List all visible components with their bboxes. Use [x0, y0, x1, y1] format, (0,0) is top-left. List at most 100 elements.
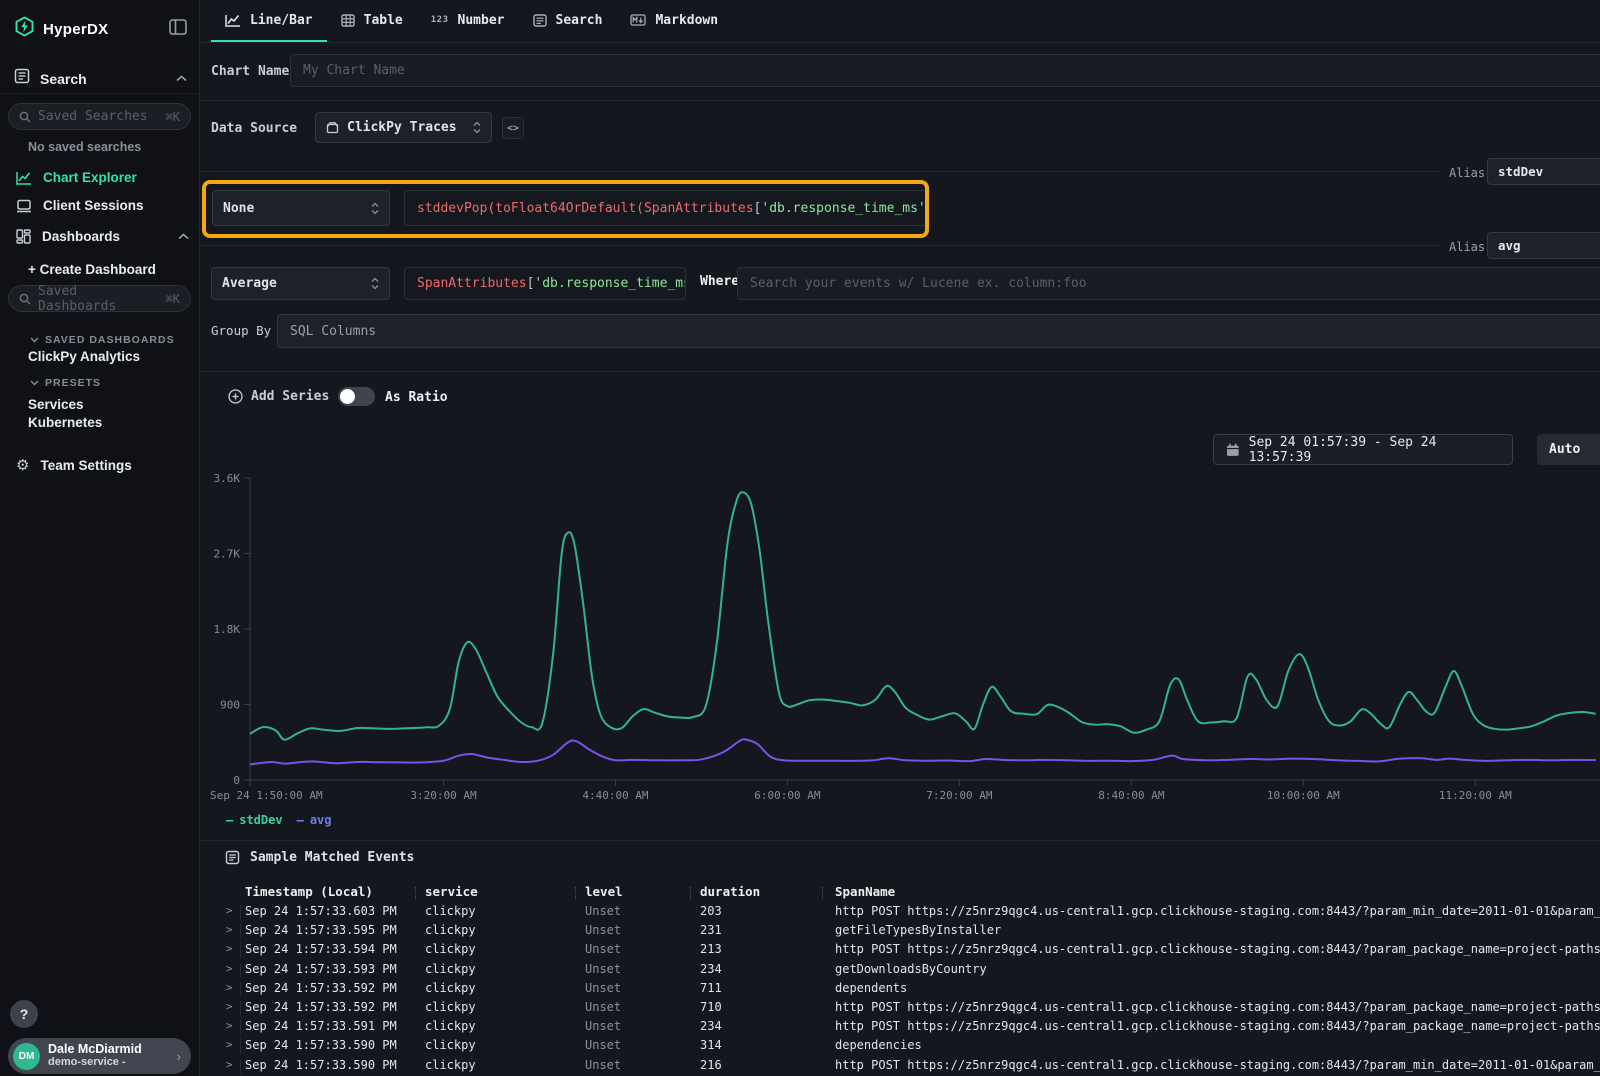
preset-link-services[interactable]: Services: [28, 397, 84, 412]
data-source-label: Data Source: [211, 121, 297, 136]
chart-name-label: Chart Name: [211, 64, 289, 79]
alias-label: Alias: [1449, 166, 1485, 180]
client-sessions-icon: [16, 199, 32, 213]
tab-line-bar[interactable]: Line/Bar: [211, 0, 327, 42]
cell-service: clickpy: [425, 981, 476, 995]
group-by-label: Group By: [211, 323, 271, 338]
data-source-select[interactable]: ClickPy Traces: [315, 112, 492, 143]
series-line-stdDev: [250, 492, 1596, 740]
row-divider: [240, 924, 241, 939]
row-expand-icon[interactable]: >: [226, 923, 233, 936]
column-header-duration[interactable]: duration: [700, 884, 760, 899]
sidebar-item-team-settings[interactable]: ⚙ Team Settings: [16, 458, 189, 473]
number-123-icon: 123: [431, 15, 449, 25]
y-axis-tick-label: 1.8K: [214, 623, 241, 636]
column-header-level[interactable]: level: [585, 884, 623, 899]
row-divider: [240, 1039, 241, 1054]
cell-duration: 710: [700, 1000, 722, 1014]
table-row[interactable]: >Sep 24 1:57:33.592 PMclickpyUnset710htt…: [200, 999, 1600, 1018]
row-expand-icon[interactable]: >: [226, 1058, 233, 1071]
column-separator[interactable]: [822, 887, 823, 899]
cell-duration: 234: [700, 962, 722, 976]
column-header-spanname[interactable]: SpanName: [835, 884, 895, 899]
series2-aggregation-select[interactable]: Average: [211, 267, 390, 300]
cell-service: clickpy: [425, 1038, 476, 1052]
chart-name-input[interactable]: My Chart Name: [290, 54, 1600, 87]
where-search-input[interactable]: Search your events w/ Lucene ex. column:…: [737, 267, 1600, 300]
table-row[interactable]: >Sep 24 1:57:33.594 PMclickpyUnset213htt…: [200, 941, 1600, 960]
cell-spanname: http POST https://z5nrz9qgc4.us-central1…: [835, 1019, 1600, 1033]
search-section-label: Search: [40, 71, 166, 87]
sidebar-item-dashboards[interactable]: Dashboards: [16, 229, 189, 244]
dashboard-link-clickpy-analytics[interactable]: ClickPy Analytics: [28, 349, 140, 364]
table-row[interactable]: >Sep 24 1:57:33.592 PMclickpyUnset711dep…: [200, 980, 1600, 999]
column-separator[interactable]: [575, 887, 576, 899]
presets-header[interactable]: PRESETS: [30, 377, 101, 389]
edit-sql-button[interactable]: <>: [502, 117, 524, 139]
tab-markdown[interactable]: Markdown: [616, 0, 732, 42]
cell-level: Unset: [585, 923, 621, 937]
saved-dashboards-input[interactable]: Saved Dashboards ⌘K: [8, 285, 191, 312]
row-expand-icon[interactable]: >: [226, 904, 233, 917]
sample-matched-events-header: Sample Matched Events: [225, 850, 414, 865]
series2-field-input[interactable]: SpanAttributes['db.response_time_ms']: [404, 267, 686, 300]
row-divider: [240, 943, 241, 958]
tab-table[interactable]: Table: [327, 0, 417, 42]
table-row[interactable]: >Sep 24 1:57:33.595 PMclickpyUnset231get…: [200, 922, 1600, 941]
cell-service: clickpy: [425, 942, 476, 956]
where-label: Where: [700, 274, 739, 289]
granularity-auto-button[interactable]: Auto: [1537, 434, 1600, 465]
column-separator[interactable]: [690, 887, 691, 899]
sidebar-item-client-sessions[interactable]: Client Sessions: [16, 198, 189, 213]
column-separator[interactable]: [415, 887, 416, 899]
table-row[interactable]: >Sep 24 1:57:33.590 PMclickpyUnset314dep…: [200, 1037, 1600, 1056]
avatar: DM: [13, 1043, 40, 1070]
series2-alias-input[interactable]: avg: [1487, 232, 1600, 259]
column-header-timestamp[interactable]: Timestamp (Local): [245, 884, 373, 899]
as-ratio-toggle[interactable]: [338, 387, 375, 406]
tab-number[interactable]: 123 Number: [417, 0, 519, 42]
add-series-button[interactable]: Add Series: [228, 389, 329, 404]
collapse-sidebar-icon[interactable]: [169, 19, 187, 40]
time-range-picker[interactable]: Sep 24 01:57:39 - Sep 24 13:57:39: [1213, 434, 1513, 465]
search-icon: [19, 293, 31, 305]
database-icon: [326, 121, 339, 134]
table-row[interactable]: >Sep 24 1:57:33.590 PMclickpyUnset216htt…: [200, 1057, 1600, 1076]
cell-spanname: getDownloadsByCountry: [835, 962, 1600, 976]
group-by-input[interactable]: SQL Columns: [277, 314, 1600, 348]
row-expand-icon[interactable]: >: [226, 1038, 233, 1051]
series1-aggregation-select[interactable]: None: [212, 190, 390, 226]
time-series-chart[interactable]: 3.6K2.7K1.8K9000Sep 24 1:50:00 AM3:20:00…: [210, 474, 1600, 814]
cell-level: Unset: [585, 1000, 621, 1014]
series1-expression-input[interactable]: stddevPop(toFloat64OrDefault(SpanAttribu…: [404, 190, 928, 226]
saved-searches-input[interactable]: Saved Searches ⌘K: [8, 103, 191, 130]
tab-search[interactable]: Search: [519, 0, 617, 42]
series1-alias-input[interactable]: stdDev: [1487, 158, 1600, 185]
row-expand-icon[interactable]: >: [226, 1000, 233, 1013]
help-button[interactable]: ?: [10, 1000, 38, 1028]
column-header-service[interactable]: service: [425, 884, 478, 899]
search-icon: [19, 111, 31, 123]
legend-item-avg[interactable]: —avg: [297, 813, 332, 827]
row-expand-icon[interactable]: >: [226, 981, 233, 994]
user-menu[interactable]: DM Dale McDiarmid demo-service - ›: [8, 1038, 191, 1074]
sidebar-item-chart-explorer[interactable]: Chart Explorer: [16, 170, 189, 185]
legend-item-stddev[interactable]: —stdDev: [226, 813, 283, 827]
row-divider: [240, 1001, 241, 1016]
row-expand-icon[interactable]: >: [226, 1019, 233, 1032]
table-row[interactable]: >Sep 24 1:57:33.603 PMclickpyUnset203htt…: [200, 903, 1600, 922]
row-expand-icon[interactable]: >: [226, 962, 233, 975]
row-expand-icon[interactable]: >: [226, 942, 233, 955]
chart-type-tabs: Line/Bar Table 123 Number Search Markdow…: [200, 0, 1600, 43]
preset-link-kubernetes[interactable]: Kubernetes: [28, 415, 102, 430]
cell-duration: 711: [700, 981, 722, 995]
table-row[interactable]: >Sep 24 1:57:33.591 PMclickpyUnset234htt…: [200, 1018, 1600, 1037]
sidebar-section-search[interactable]: Search: [14, 68, 187, 89]
saved-dashboards-header[interactable]: SAVED DASHBOARDS: [30, 334, 175, 346]
table-row[interactable]: >Sep 24 1:57:33.593 PMclickpyUnset234get…: [200, 961, 1600, 980]
cell-level: Unset: [585, 962, 621, 976]
series2-aggregation-value: Average: [222, 276, 363, 291]
create-dashboard-button[interactable]: + Create Dashboard: [28, 262, 156, 277]
brand-name: HyperDX: [43, 21, 161, 38]
y-axis-tick-label: 0: [233, 774, 240, 787]
